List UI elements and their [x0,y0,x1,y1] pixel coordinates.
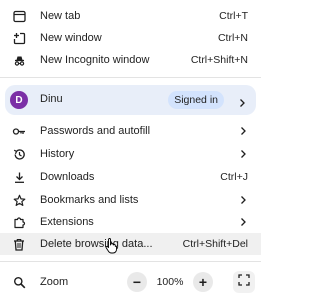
fullscreen-button[interactable] [233,271,255,293]
download-icon [12,170,26,184]
star-icon [12,193,26,207]
menu-item-passwords[interactable]: Passwords and autofill [0,120,261,142]
new-incognito-label: New Incognito window [40,54,150,66]
minus-icon: − [127,272,147,292]
avatar: D [10,91,28,109]
new-tab-icon [12,9,26,23]
delete-browsing-label: Delete browsing data... [40,238,153,250]
new-window-icon [12,31,26,45]
browser-menu: New tab Ctrl+T New window Ctrl+N New Inc… [0,0,261,300]
new-incognito-shortcut: Ctrl+Shift+N [190,54,248,66]
chevron-right-icon [239,149,247,159]
profile-row[interactable]: D Dinu Signed in [5,85,256,115]
new-window-shortcut: Ctrl+N [217,32,248,44]
profile-name: Dinu [40,93,63,105]
downloads-shortcut: Ctrl+J [220,171,248,183]
menu-item-bookmarks[interactable]: Bookmarks and lists [0,189,261,211]
new-window-label: New window [40,32,102,44]
zoom-icon [12,275,26,289]
menu-item-delete-browsing-data[interactable]: Delete browsing data... Ctrl+Shift+Del [0,233,261,255]
menu-item-extensions[interactable]: Extensions [0,211,261,233]
hand-cursor-icon [105,238,117,254]
key-icon [12,124,26,138]
zoom-in-button[interactable]: + [193,272,213,292]
delete-browsing-shortcut: Ctrl+Shift+Del [182,238,248,250]
signed-in-badge: Signed in [168,91,224,109]
menu-item-downloads[interactable]: Downloads Ctrl+J [0,166,261,188]
zoom-out-button[interactable]: − [127,272,147,292]
history-label: History [40,148,75,160]
puzzle-icon [12,215,26,229]
chevron-right-icon [239,195,247,205]
passwords-label: Passwords and autofill [40,125,151,137]
downloads-label: Downloads [40,171,95,183]
menu-item-history[interactable]: History [0,143,261,165]
bookmarks-label: Bookmarks and lists [40,194,139,206]
history-icon [12,147,26,161]
menu-item-new-incognito[interactable]: New Incognito window Ctrl+Shift+N [0,49,261,71]
trash-icon [12,237,26,251]
chevron-right-icon [238,95,246,107]
chevron-right-icon [239,126,247,136]
zoom-level-text: 100% [156,276,184,288]
zoom-level: 100% [153,272,187,292]
chevron-right-icon [239,217,247,227]
menu-item-new-window[interactable]: New window Ctrl+N [0,27,261,49]
zoom-label: Zoom [40,276,69,288]
fullscreen-icon [238,273,250,291]
new-tab-label: New tab [40,10,81,22]
new-tab-shortcut: Ctrl+T [219,10,248,22]
extensions-label: Extensions [40,216,94,228]
menu-divider [0,261,261,262]
menu-divider [0,77,261,78]
menu-item-new-tab[interactable]: New tab Ctrl+T [0,5,261,27]
incognito-icon [12,53,26,67]
plus-icon: + [193,272,213,292]
